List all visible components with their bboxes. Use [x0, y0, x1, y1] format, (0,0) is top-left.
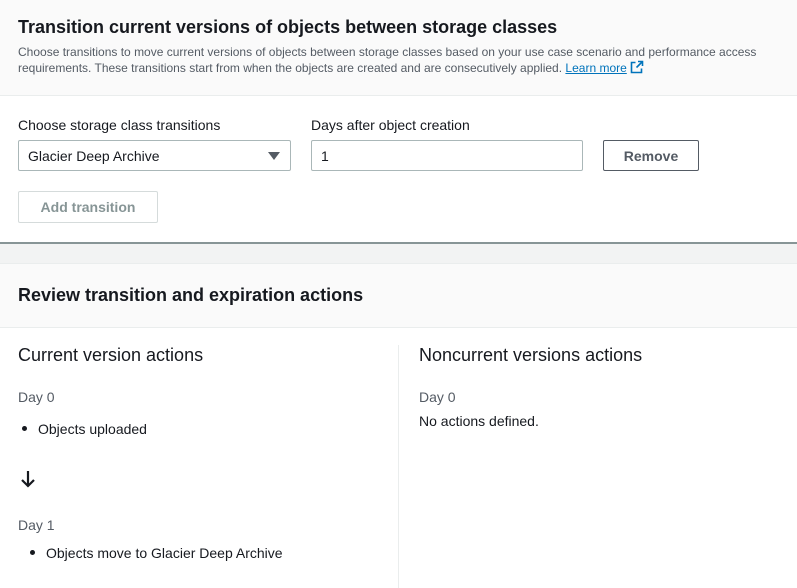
noncurrent-day-label: Day 0: [419, 389, 456, 405]
current-day-label: Day 1: [18, 517, 55, 533]
arrow-down-icon: [21, 471, 35, 488]
learn-more-link[interactable]: Learn more: [565, 60, 644, 75]
storage-class-select[interactable]: Glacier Deep Archive: [18, 140, 291, 171]
no-actions-message: No actions defined.: [419, 413, 539, 429]
current-action-text: Objects uploaded: [38, 421, 147, 437]
remove-transition-button[interactable]: Remove: [603, 140, 699, 171]
review-section-header: Review transition and expiration actions: [0, 263, 797, 328]
transition-section-header: Transition current versions of objects b…: [0, 0, 797, 96]
learn-more-label: Learn more: [565, 61, 627, 75]
storage-class-label: Choose storage class transitions: [18, 117, 221, 133]
caret-down-icon: [268, 152, 280, 160]
external-link-icon: [630, 60, 644, 74]
current-day-label: Day 0: [18, 389, 55, 405]
noncurrent-versions-actions-title: Noncurrent versions actions: [419, 345, 643, 365]
current-version-actions-title: Current version actions: [18, 345, 204, 365]
transition-section-description: Choose transitions to move current versi…: [18, 44, 778, 76]
lifecycle-rule-page: Transition current versions of objects b…: [0, 0, 797, 588]
list-item: Objects move to Glacier Deep Archive: [30, 545, 283, 561]
days-after-creation-input[interactable]: [311, 140, 583, 171]
review-section-title: Review transition and expiration actions: [18, 285, 364, 305]
section-gap: [0, 244, 797, 263]
list-item: Objects uploaded: [22, 421, 147, 437]
bullet-icon: [30, 550, 35, 555]
add-transition-button[interactable]: Add transition: [18, 191, 158, 223]
bullet-icon: [22, 426, 27, 431]
storage-class-selected-value: Glacier Deep Archive: [28, 148, 160, 164]
transition-section-title: Transition current versions of objects b…: [18, 17, 558, 37]
description-text: Choose transitions to move current versi…: [18, 45, 757, 75]
current-action-text: Objects move to Glacier Deep Archive: [46, 545, 283, 561]
column-divider: [398, 345, 399, 588]
days-after-creation-label: Days after object creation: [311, 117, 470, 133]
